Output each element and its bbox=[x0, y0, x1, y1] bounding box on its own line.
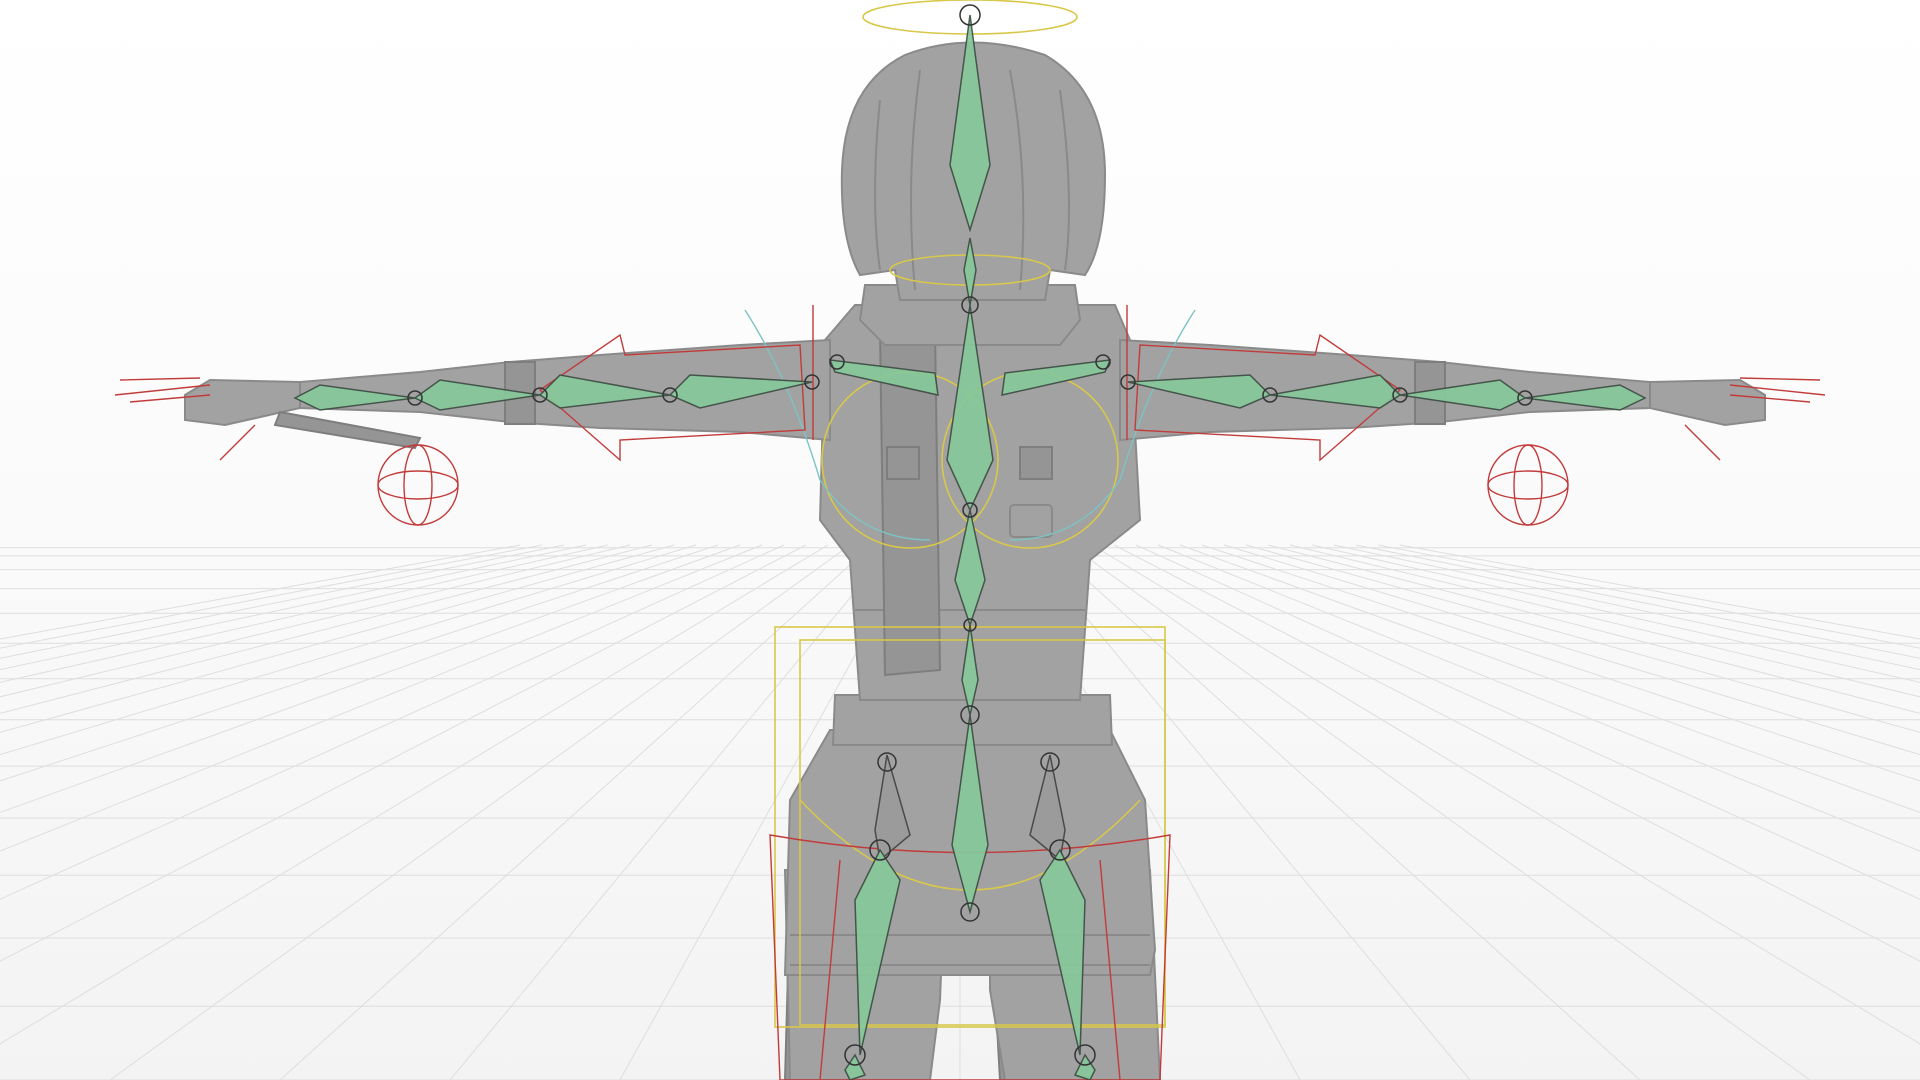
left-strap-mesh bbox=[273, 410, 422, 450]
right-elbow-pole-control[interactable] bbox=[1487, 444, 1569, 526]
viewport-canvas[interactable] bbox=[0, 0, 1920, 1080]
3d-viewport[interactable] bbox=[0, 0, 1920, 1080]
left-elbow-pole-control[interactable] bbox=[377, 444, 459, 526]
back-patch-left bbox=[886, 446, 920, 480]
back-patch-right bbox=[1019, 446, 1053, 480]
